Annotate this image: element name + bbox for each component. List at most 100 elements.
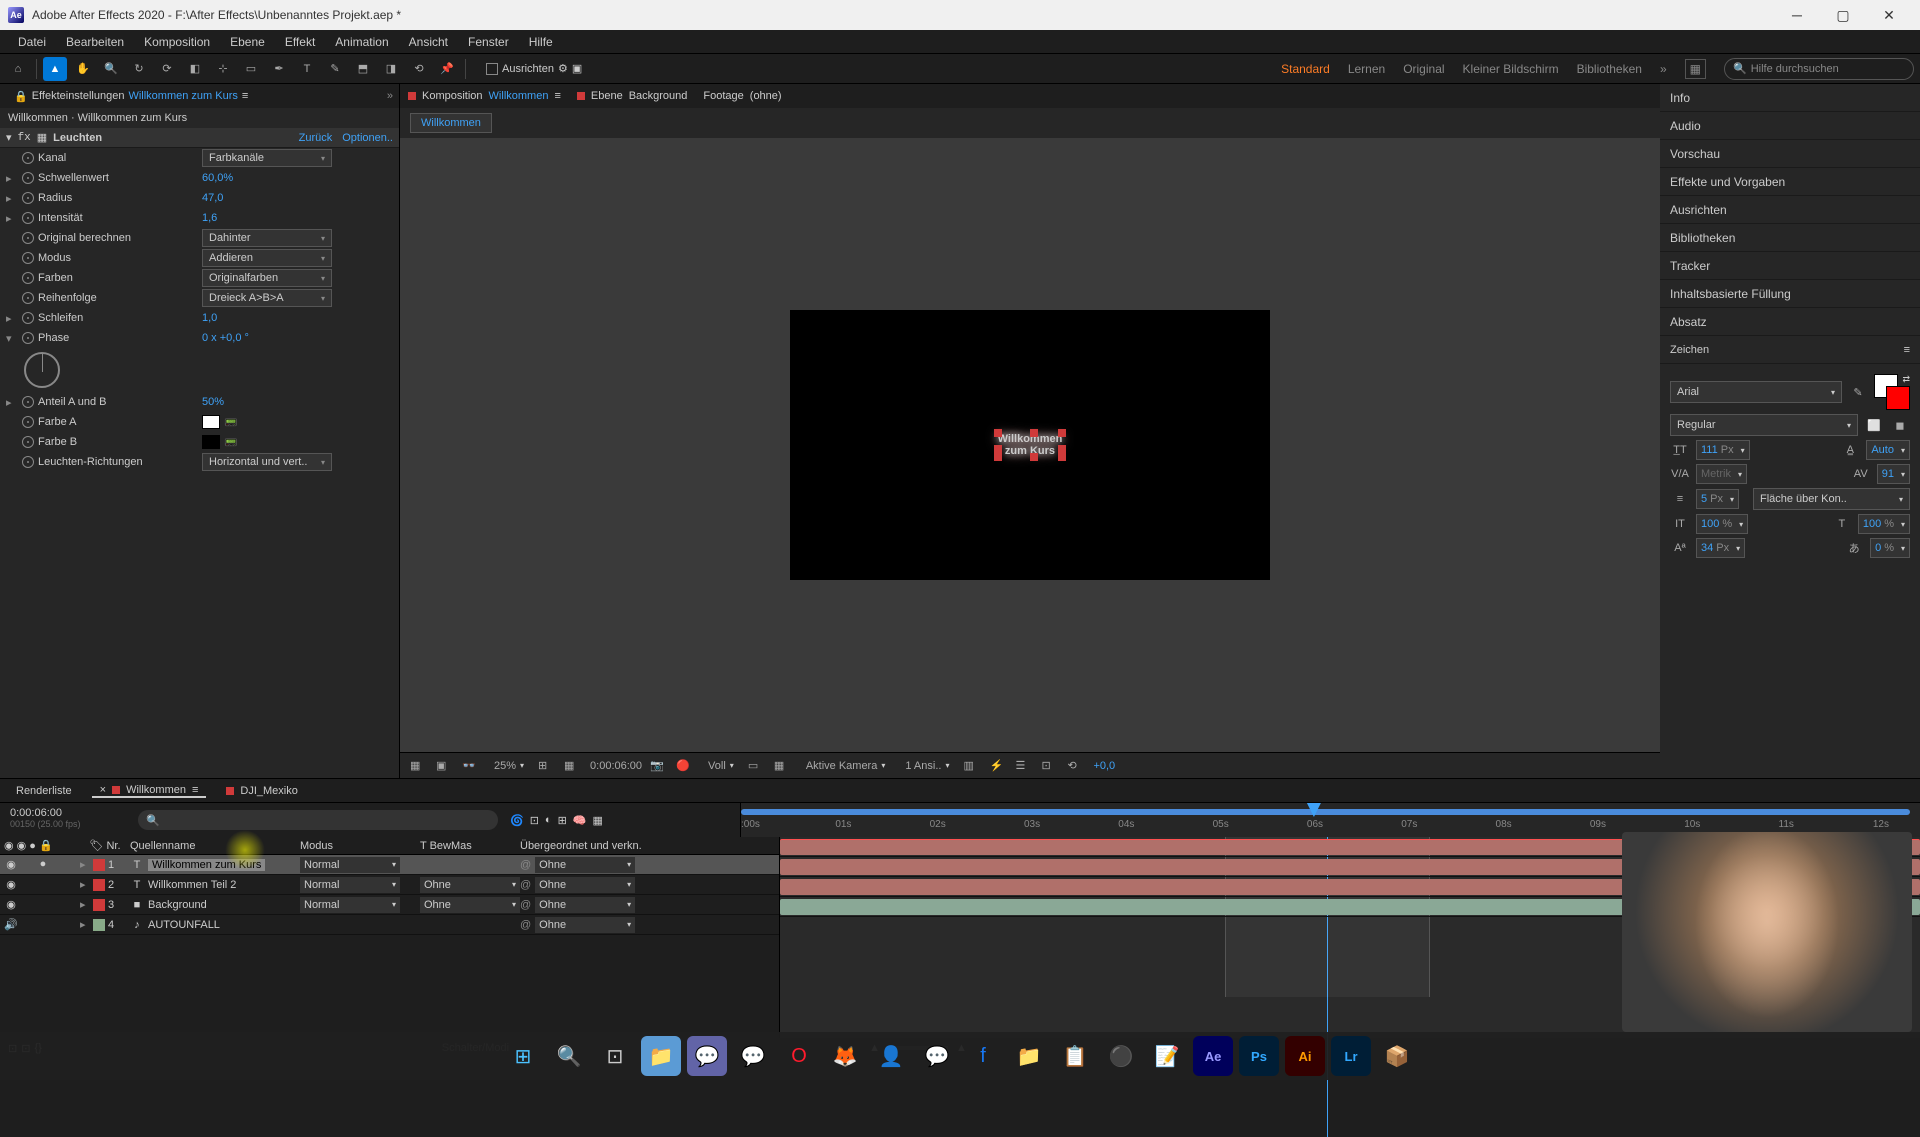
teams-icon[interactable]: 💬 bbox=[687, 1036, 727, 1076]
after-effects-icon[interactable]: Ae bbox=[1193, 1036, 1233, 1076]
timeline-timecode[interactable]: 0:00:06:00 00150 (25.00 fps) bbox=[0, 803, 130, 837]
timeline-icon[interactable]: ☰ bbox=[1015, 759, 1033, 772]
graph-editor-icon[interactable]: ⊞ bbox=[558, 814, 567, 827]
parent-dropdown[interactable]: Ohne▾ bbox=[535, 857, 635, 873]
snap-checkbox[interactable] bbox=[486, 63, 498, 75]
trkmat-dropdown[interactable]: Ohne▾ bbox=[420, 877, 520, 893]
eyedropper-icon[interactable]: ✎ bbox=[1848, 386, 1868, 399]
firefox-icon[interactable]: 🦊 bbox=[825, 1036, 865, 1076]
panel-menu-icon[interactable]: ≡ bbox=[192, 784, 198, 796]
parent-dropdown[interactable]: Ohne▾ bbox=[535, 877, 635, 893]
text-tool[interactable]: T bbox=[295, 57, 319, 81]
character-panel-header[interactable]: Zeichen ≡ bbox=[1660, 336, 1920, 364]
radius-value[interactable]: 47,0 bbox=[202, 192, 223, 204]
stopwatch-icon[interactable] bbox=[22, 456, 34, 468]
panel-menu-icon[interactable]: ≡ bbox=[554, 90, 560, 102]
workspace-kleiner[interactable]: Kleiner Bildschirm bbox=[1463, 62, 1559, 76]
exposure-value[interactable]: +0,0 bbox=[1093, 760, 1115, 772]
camera-dropdown[interactable]: Aktive Kamera▾ bbox=[800, 757, 892, 775]
snap-bounds-icon[interactable]: ▣ bbox=[572, 62, 582, 75]
menu-effekt[interactable]: Effekt bbox=[275, 35, 325, 49]
start-icon[interactable]: ⊞ bbox=[503, 1036, 543, 1076]
paragraph-panel-header[interactable]: Absatz bbox=[1660, 308, 1920, 336]
preview-panel-header[interactable]: Vorschau bbox=[1660, 140, 1920, 168]
grid-icon[interactable]: ⊞ bbox=[538, 759, 556, 772]
visibility-icon[interactable]: ◉ bbox=[4, 898, 18, 911]
zoom-dropdown[interactable]: 25%▾ bbox=[488, 757, 530, 775]
folder-icon[interactable]: 📁 bbox=[1009, 1036, 1049, 1076]
content-aware-header[interactable]: Inhaltsbasierte Füllung bbox=[1660, 280, 1920, 308]
reihenfolge-dropdown[interactable]: Dreieck A>B>A▾ bbox=[202, 289, 332, 307]
intensitaet-value[interactable]: 1,6 bbox=[202, 212, 217, 224]
draft3d-icon[interactable]: ▦ bbox=[593, 814, 603, 827]
resolution-dropdown[interactable]: Voll▾ bbox=[702, 757, 740, 775]
fast-preview-icon[interactable]: ⚡ bbox=[989, 759, 1007, 772]
swap-colors-icon[interactable]: ⇄ bbox=[1902, 374, 1910, 385]
font-dropdown[interactable]: Arial▾ bbox=[1670, 381, 1842, 403]
menu-fenster[interactable]: Fenster bbox=[458, 35, 519, 49]
tracker-panel-header[interactable]: Tracker bbox=[1660, 252, 1920, 280]
tl-tab-renderliste[interactable]: Renderliste bbox=[8, 785, 80, 797]
eyedropper-icon[interactable]: 📟 bbox=[224, 436, 238, 449]
align-panel-header[interactable]: Ausrichten bbox=[1660, 196, 1920, 224]
photoshop-icon[interactable]: Ps bbox=[1239, 1036, 1279, 1076]
messenger-icon[interactable]: 💬 bbox=[917, 1036, 957, 1076]
channel-icon[interactable]: ▦ bbox=[564, 759, 582, 772]
workspace-sync-icon[interactable]: ▦ bbox=[1685, 59, 1706, 79]
stroke-order-dropdown[interactable]: Fläche über Kon..▾ bbox=[1753, 488, 1910, 510]
app-icon-1[interactable]: 👤 bbox=[871, 1036, 911, 1076]
panel-overflow-icon[interactable]: » bbox=[387, 90, 393, 102]
stopwatch-icon[interactable] bbox=[22, 416, 34, 428]
trkmat-dropdown[interactable]: Ohne▾ bbox=[420, 897, 520, 913]
kanal-dropdown[interactable]: Farbkanäle▾ bbox=[202, 149, 332, 167]
task-view-icon[interactable]: ⊡ bbox=[595, 1036, 635, 1076]
effect-controls-tab[interactable]: 🔒 Effekteinstellungen Willkommen zum Kur… bbox=[6, 90, 256, 103]
clone-tool[interactable]: ⬒ bbox=[351, 57, 375, 81]
menu-ebene[interactable]: Ebene bbox=[220, 35, 275, 49]
alpha-icon[interactable]: ▦ bbox=[410, 759, 428, 772]
selection-tool[interactable]: ▲ bbox=[43, 57, 67, 81]
baseline-input[interactable]: 34Px▾ bbox=[1696, 538, 1745, 558]
puppet-tool[interactable]: 📌 bbox=[435, 57, 459, 81]
tl-tab-dji[interactable]: DJI_Mexiko bbox=[218, 785, 305, 797]
camera-tool[interactable]: ◧ bbox=[183, 57, 207, 81]
stroke-width-input[interactable]: 5Px▾ bbox=[1696, 489, 1739, 509]
stopwatch-icon[interactable] bbox=[22, 292, 34, 304]
opera-icon[interactable]: O bbox=[779, 1036, 819, 1076]
shy-icon[interactable]: 🌀 bbox=[510, 814, 524, 827]
flowchart-icon[interactable]: ⊡ bbox=[1041, 759, 1059, 772]
views-dropdown[interactable]: 1 Ansi..▾ bbox=[899, 757, 955, 775]
menu-bearbeiten[interactable]: Bearbeiten bbox=[56, 35, 134, 49]
visibility-icon[interactable]: ◉ bbox=[4, 858, 18, 871]
nofill-icon[interactable]: ⬜ bbox=[1864, 419, 1884, 432]
parent-dropdown[interactable]: Ohne▾ bbox=[535, 897, 635, 913]
minimize-button[interactable]: ─ bbox=[1774, 0, 1820, 30]
original-dropdown[interactable]: Dahinter▾ bbox=[202, 229, 332, 247]
anteil-value[interactable]: 50% bbox=[202, 396, 224, 408]
fx-back-link[interactable]: Zurück bbox=[299, 132, 333, 144]
comp-tab-footage[interactable]: Footage (ohne) bbox=[703, 90, 781, 102]
facebook-icon[interactable]: f bbox=[963, 1036, 1003, 1076]
motion-blur-icon[interactable]: ◐ bbox=[545, 814, 552, 826]
workspace-more-icon[interactable]: » bbox=[1660, 62, 1667, 76]
stopwatch-icon[interactable] bbox=[22, 332, 34, 344]
color-b-swatch[interactable] bbox=[202, 435, 220, 449]
mode-dropdown[interactable]: Normal▾ bbox=[300, 877, 400, 893]
fx-toggle-icon[interactable]: fx bbox=[18, 132, 31, 144]
app-icon-2[interactable]: 📋 bbox=[1055, 1036, 1095, 1076]
workspace-bibliotheken[interactable]: Bibliotheken bbox=[1577, 62, 1642, 76]
layer-row-4[interactable]: 🔊 ▸4 ♪AUTOUNFALL @Ohne▾ bbox=[0, 915, 779, 935]
effects-presets-header[interactable]: Effekte und Vorgaben bbox=[1660, 168, 1920, 196]
schwellenwert-value[interactable]: 60,0% bbox=[202, 172, 233, 184]
pickwhip-icon[interactable]: @ bbox=[520, 879, 531, 891]
rotobrush-tool[interactable]: ⟲ bbox=[407, 57, 431, 81]
stopwatch-icon[interactable] bbox=[22, 212, 34, 224]
obs-icon[interactable]: ⚫ bbox=[1101, 1036, 1141, 1076]
snapshot-icon[interactable]: 📷 bbox=[650, 759, 668, 772]
home-icon[interactable]: ⌂ bbox=[6, 57, 30, 81]
pickwhip-icon[interactable]: @ bbox=[520, 899, 531, 911]
mask-icon[interactable]: ▣ bbox=[436, 759, 454, 772]
search-icon[interactable]: 🔍 bbox=[549, 1036, 589, 1076]
tracking-input[interactable]: 91▾ bbox=[1877, 464, 1910, 484]
stopwatch-icon[interactable] bbox=[22, 272, 34, 284]
